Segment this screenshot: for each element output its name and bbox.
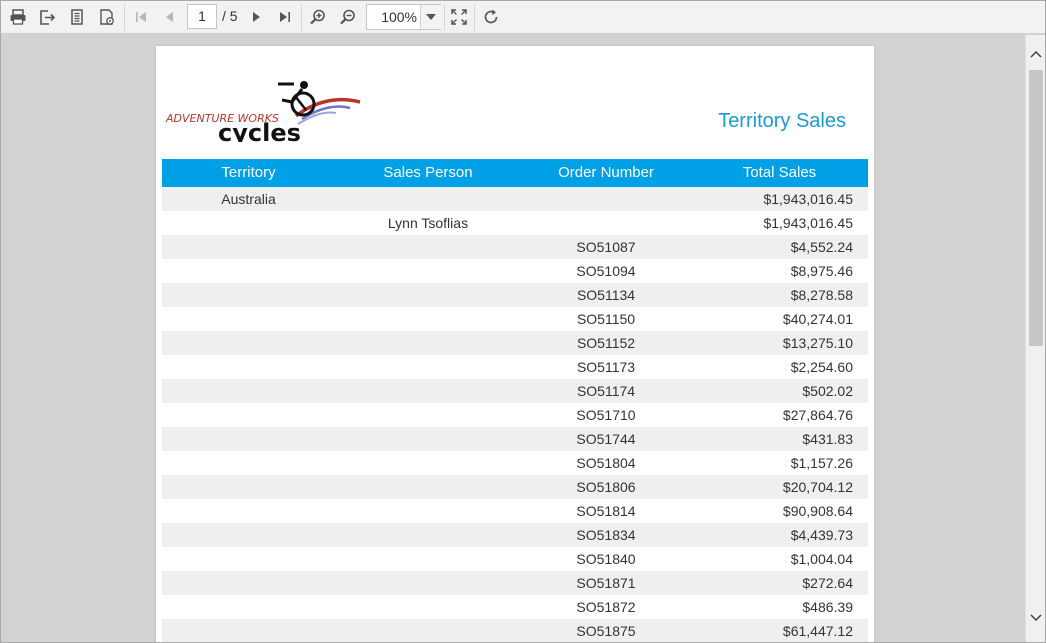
cell-total-sales: $2,254.60	[790, 359, 853, 375]
table-row: SO51744 $431.83	[162, 427, 868, 451]
cell-total-sales: $486.39	[802, 599, 853, 615]
report-viewport[interactable]: ADVENTURE WORKS cycles Territory Sales T…	[1, 35, 1025, 642]
cell-order-number: SO51173	[576, 359, 636, 375]
column-header-territory: Territory	[221, 164, 276, 181]
chevron-down-icon[interactable]	[420, 5, 441, 29]
table-row: SO51152 $13,275.10	[162, 331, 868, 355]
cell-total-sales: $8,278.58	[790, 287, 853, 303]
cell-total-sales: $90,908.64	[782, 503, 853, 519]
table-row: SO51804 $1,157.26	[162, 451, 868, 475]
table-row: SO51087 $4,552.24	[162, 235, 868, 259]
table-row: SO51872 $486.39	[162, 595, 868, 619]
table-header: Territory Sales Person Order Number Tota…	[162, 159, 868, 187]
previous-page-icon[interactable]	[158, 5, 182, 29]
refresh-icon[interactable]	[479, 5, 503, 29]
cell-order-number: SO51710	[576, 407, 636, 423]
cell-order-number: SO51834	[576, 527, 636, 543]
cell-order-number: SO51174	[576, 383, 636, 399]
adventure-works-logo: ADVENTURE WORKS cycles	[164, 80, 364, 147]
cell-order-number: SO51087	[576, 239, 636, 255]
fit-page-icon[interactable]	[447, 5, 471, 29]
page-setup-icon[interactable]	[65, 5, 89, 29]
print-icon[interactable]	[6, 5, 30, 29]
column-header-order-number: Order Number	[558, 164, 654, 181]
report-page: ADVENTURE WORKS cycles Territory Sales T…	[156, 46, 874, 642]
cell-total-sales: $502.02	[802, 383, 853, 399]
table-row: SO51150 $40,274.01	[162, 307, 868, 331]
cell-total-sales: $1,943,016.45	[763, 191, 853, 207]
cell-total-sales: $431.83	[802, 431, 853, 447]
cell-total-sales: $1,943,016.45	[763, 215, 853, 231]
cell-total-sales: $4,439.73	[790, 527, 853, 543]
last-page-icon[interactable]	[273, 5, 297, 29]
zoom-select[interactable]: 100%	[366, 4, 441, 30]
table-row: SO51834 $4,439.73	[162, 523, 868, 547]
table-row: SO51710 $27,864.76	[162, 403, 868, 427]
cell-total-sales: $13,275.10	[782, 335, 853, 351]
cell-total-sales: $272.64	[802, 575, 853, 591]
table-row: SO51875 $61,447.12	[162, 619, 868, 642]
report-title: Territory Sales	[718, 110, 846, 132]
cell-order-number: SO51840	[576, 551, 636, 567]
report-viewer: 1 / 5 100% ADVENTURE WORKS cycles Territ…	[0, 0, 1046, 643]
toolbar: 1 / 5 100%	[1, 1, 1045, 34]
cell-total-sales: $8,975.46	[790, 263, 853, 279]
cell-order-number: SO51744	[576, 431, 636, 447]
table-row: SO51840 $1,004.04	[162, 547, 868, 571]
table-body: Australia $1,943,016.45 Lynn Tsoflias $1,94…	[162, 187, 868, 642]
cell-order-number: SO51875	[576, 623, 636, 639]
table-row: SO51174 $502.02	[162, 379, 868, 403]
scroll-up-icon[interactable]	[1026, 45, 1045, 63]
table-row: SO51806 $20,704.12	[162, 475, 868, 499]
cell-total-sales: $1,157.26	[790, 455, 853, 471]
cell-sales-person: Lynn Tsoflias	[387, 215, 469, 231]
scrollbar-thumb[interactable]	[1029, 70, 1043, 346]
cell-total-sales: $1,004.04	[790, 551, 853, 567]
cell-order-number: SO51871	[576, 575, 636, 591]
cell-order-number: SO51152	[576, 335, 636, 351]
zoom-out-icon[interactable]	[336, 5, 360, 29]
zoom-in-icon[interactable]	[306, 5, 330, 29]
cell-territory: Australia	[221, 191, 276, 207]
cell-order-number: SO51150	[576, 311, 636, 327]
cell-total-sales: $20,704.12	[782, 479, 853, 495]
cell-order-number: SO51094	[576, 263, 636, 279]
table-row: SO51134 $8,278.58	[162, 283, 868, 307]
cell-total-sales: $61,447.12	[782, 623, 853, 639]
column-header-total-sales: Total Sales	[742, 164, 817, 181]
cell-order-number: SO51872	[576, 599, 636, 615]
first-page-icon[interactable]	[129, 5, 153, 29]
table-row: SO51814 $90,908.64	[162, 499, 868, 523]
next-page-icon[interactable]	[244, 5, 268, 29]
page-number-input[interactable]: 1	[187, 4, 217, 29]
page-total-label: / 5	[222, 8, 238, 24]
svg-text:cycles: cycles	[218, 119, 301, 142]
cell-order-number: SO51814	[576, 503, 636, 519]
cell-order-number: SO51806	[576, 479, 636, 495]
table-row: SO51173 $2,254.60	[162, 355, 868, 379]
export-icon[interactable]	[35, 5, 59, 29]
cell-order-number: SO51134	[576, 287, 636, 303]
table-row: SO51094 $8,975.46	[162, 259, 868, 283]
sales-table: Territory Sales Person Order Number Tota…	[162, 159, 868, 642]
cell-order-number: SO51804	[576, 455, 636, 471]
zoom-value: 100%	[381, 9, 417, 25]
cell-total-sales: $4,552.24	[790, 239, 853, 255]
table-row: Australia $1,943,016.45	[162, 187, 868, 211]
print-layout-icon[interactable]	[95, 5, 119, 29]
table-row: Lynn Tsoflias $1,943,016.45	[162, 211, 868, 235]
table-row: SO51871 $272.64	[162, 571, 868, 595]
vertical-scrollbar[interactable]	[1025, 35, 1045, 642]
scroll-down-icon[interactable]	[1026, 609, 1045, 627]
column-header-sales-person: Sales Person	[383, 164, 473, 181]
cell-total-sales: $40,274.01	[782, 311, 853, 327]
cell-total-sales: $27,864.76	[782, 407, 853, 423]
